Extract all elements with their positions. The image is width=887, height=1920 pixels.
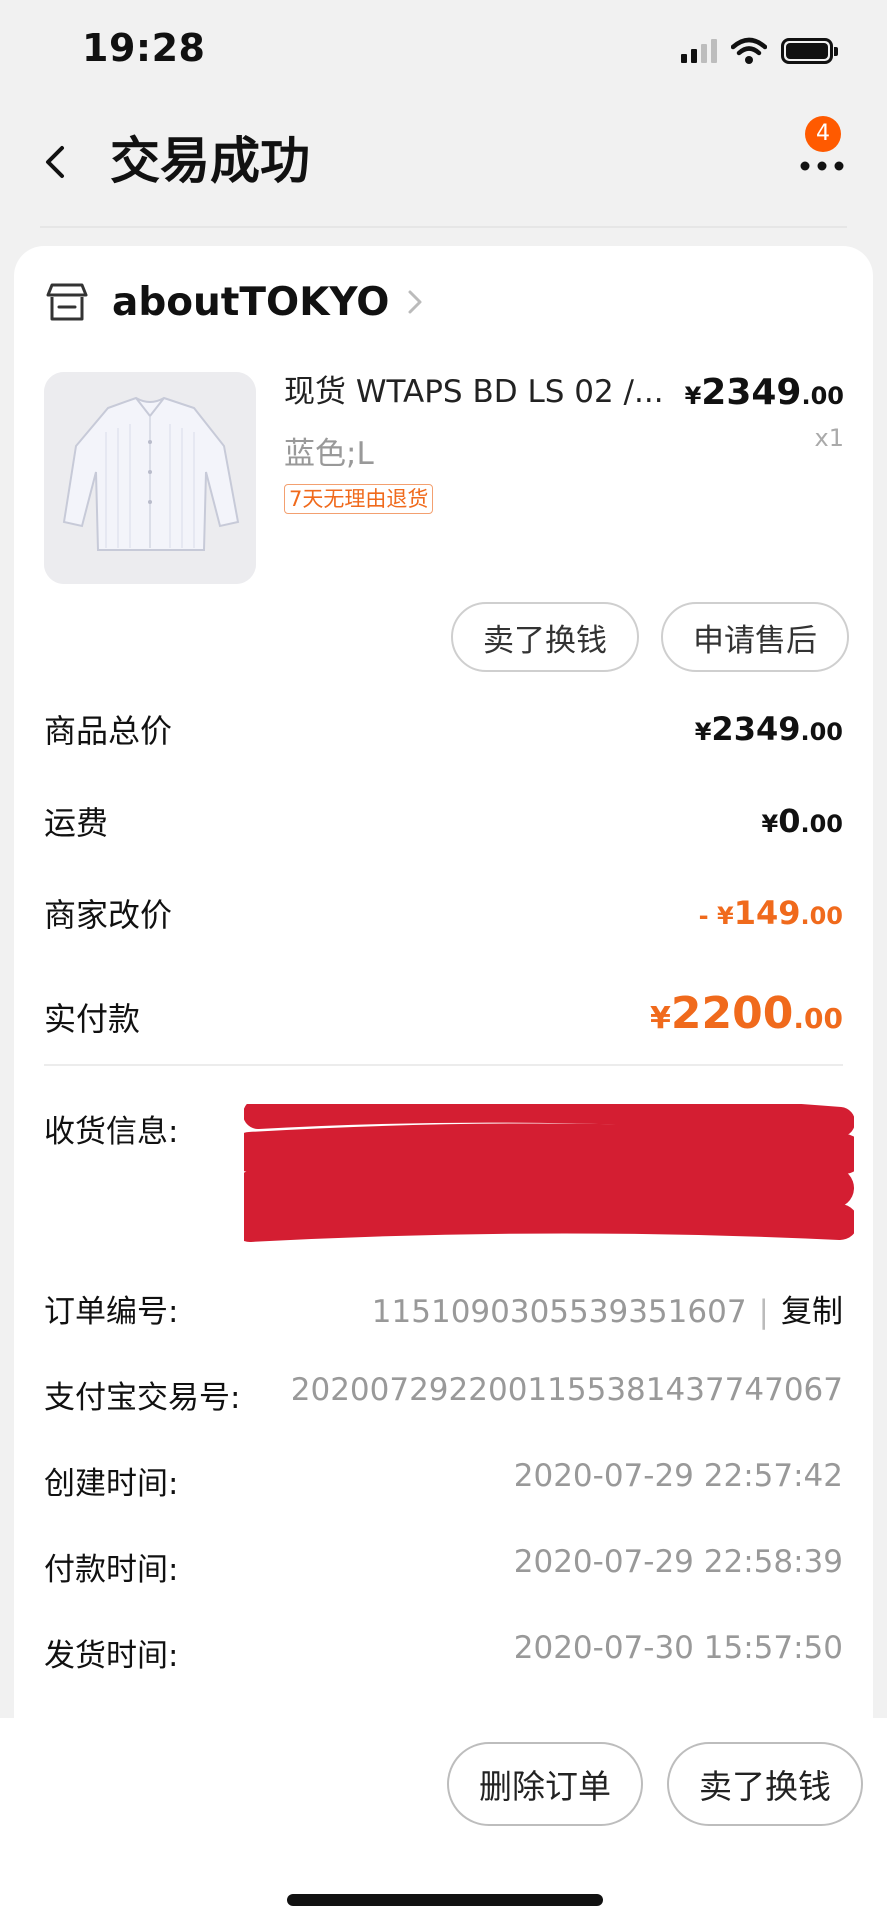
- fee-integer: 0: [778, 802, 801, 840]
- redaction-mark: [244, 1104, 854, 1242]
- paid-time-label: 付款时间:: [44, 1552, 179, 1588]
- fee-decimal: .00: [793, 1002, 843, 1035]
- item-actions: 卖了换钱 申请售后: [451, 602, 849, 672]
- paid-time-value: 2020-07-29 22:58:39: [513, 1544, 843, 1580]
- created-time-value: 2020-07-29 22:57:42: [513, 1458, 843, 1494]
- order-number-label: 订单编号:: [44, 1294, 179, 1330]
- nav-header: 交易成功 4: [0, 100, 887, 228]
- fee-value: ¥0.00: [762, 802, 843, 840]
- shipped-time-value: 2020-07-30 15:57:50: [513, 1630, 843, 1666]
- fee-value: - ¥149.00: [699, 894, 843, 932]
- store-icon: [46, 283, 88, 321]
- created-time-label: 创建时间:: [44, 1466, 179, 1502]
- order-number-value: 1151090305539351607 | 复制: [372, 1286, 843, 1331]
- bottom-action-bar: 删除订单 卖了换钱: [0, 1718, 887, 1920]
- order-number-row: 订单编号: 1151090305539351607 | 复制: [44, 1286, 843, 1336]
- status-time: 19:28: [82, 26, 206, 70]
- product-title[interactable]: 现货 WTAPS BD LS 02 /...: [284, 372, 684, 412]
- fee-value: ¥2349.00: [695, 710, 843, 748]
- product-image[interactable]: [44, 372, 256, 584]
- fee-integer: 2349: [711, 710, 801, 748]
- product-item[interactable]: 现货 WTAPS BD LS 02 /... 蓝色;L 7天无理由退货 ¥234…: [44, 372, 844, 586]
- order-card: aboutTOKYO 现货 WTAPS BD LS 02 /... 蓝色;L 7…: [14, 246, 873, 1920]
- fee-prefix: - ¥: [698, 902, 734, 930]
- page-title: 交易成功: [110, 132, 310, 190]
- fee-decimal: .00: [800, 810, 843, 838]
- bottom-actions: 删除订单 卖了换钱: [447, 1742, 863, 1826]
- signal-icon: [681, 39, 717, 63]
- fee-label: 实付款: [44, 1000, 141, 1038]
- fee-prefix: ¥: [761, 810, 779, 838]
- chevron-right-icon: [408, 290, 422, 314]
- alipay-label: 支付宝交易号:: [44, 1380, 241, 1416]
- fee-row-shipping: 运费 ¥0.00: [44, 798, 843, 848]
- fee-label: 商品总价: [44, 712, 173, 750]
- product-price: ¥2349.00: [685, 372, 844, 413]
- alipay-number: 2020072922001155381437747067: [290, 1372, 843, 1408]
- battery-icon: [781, 38, 838, 64]
- shop-header[interactable]: aboutTOKYO: [44, 276, 423, 328]
- fee-decimal: .00: [800, 718, 843, 746]
- back-arrow-icon[interactable]: [36, 142, 76, 182]
- sell-button[interactable]: 卖了换钱: [451, 602, 639, 672]
- fee-row-total: 实付款 ¥2200.00: [44, 988, 843, 1048]
- price-symbol: ¥: [684, 382, 702, 410]
- delete-order-button[interactable]: 删除订单: [447, 1742, 643, 1826]
- return-policy-tag: 7天无理由退货: [284, 484, 434, 514]
- fee-row-subtotal: 商品总价 ¥2349.00: [44, 706, 843, 756]
- alipay-row: 支付宝交易号: 2020072922001155381437747067: [44, 1372, 843, 1422]
- shipped-time-label: 发货时间:: [44, 1638, 179, 1674]
- order-number: 1151090305539351607: [371, 1294, 747, 1330]
- separator: |: [758, 1294, 769, 1330]
- shipping-info-label: 收货信息:: [44, 1114, 179, 1150]
- price-integer: 2349: [701, 372, 802, 413]
- created-time-row: 创建时间: 2020-07-29 22:57:42: [44, 1458, 843, 1508]
- home-indicator: [287, 1894, 603, 1906]
- fee-integer: 149: [733, 894, 801, 932]
- fee-prefix: ¥: [650, 1001, 671, 1036]
- nav-divider: [40, 226, 847, 228]
- product-quantity: x1: [814, 424, 844, 452]
- shipped-time-row: 发货时间: 2020-07-30 15:57:50: [44, 1630, 843, 1680]
- total-paid-value: ¥2200.00: [650, 988, 843, 1039]
- shop-name[interactable]: aboutTOKYO: [112, 280, 389, 325]
- after-sales-button[interactable]: 申请售后: [661, 602, 849, 672]
- status-bar: 19:28: [0, 0, 887, 100]
- fee-decimal: .00: [800, 902, 843, 930]
- sell-button-bottom[interactable]: 卖了换钱: [667, 1742, 863, 1826]
- fee-row-discount: 商家改价 - ¥149.00: [44, 890, 843, 940]
- fee-label: 运费: [44, 804, 109, 842]
- shirt-image: [44, 372, 256, 584]
- fee-integer: 2200: [670, 988, 794, 1039]
- fee-prefix: ¥: [694, 718, 712, 746]
- wifi-icon: [731, 37, 767, 64]
- more-icon[interactable]: [797, 148, 847, 178]
- fee-label: 商家改价: [44, 896, 173, 934]
- notification-badge: 4: [805, 116, 841, 152]
- price-decimal: .00: [801, 382, 844, 410]
- paid-time-row: 付款时间: 2020-07-29 22:58:39: [44, 1544, 843, 1594]
- section-divider: [44, 1064, 843, 1066]
- product-variant: 蓝色;L: [284, 436, 374, 472]
- copy-button[interactable]: 复制: [781, 1294, 843, 1330]
- status-icons: [681, 36, 838, 66]
